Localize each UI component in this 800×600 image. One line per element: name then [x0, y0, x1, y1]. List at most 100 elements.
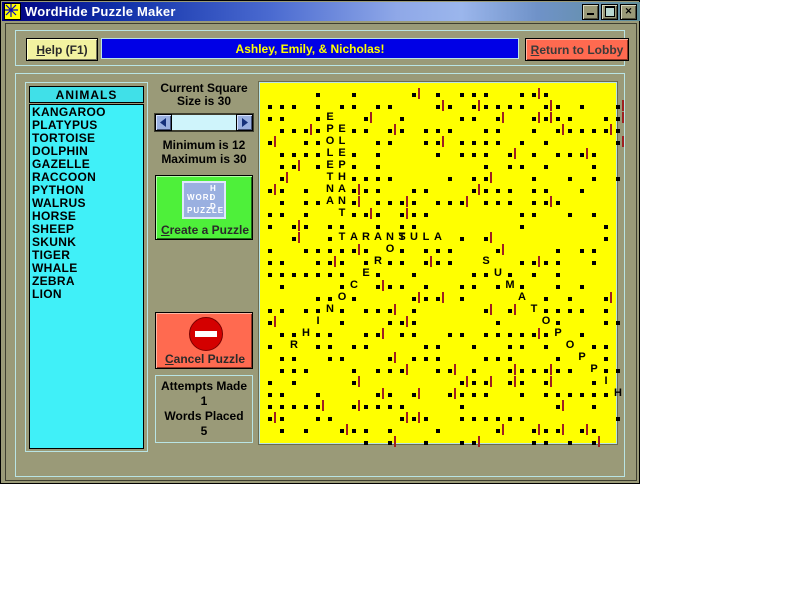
grid-letter[interactable]: O [384, 243, 396, 255]
grid-letter[interactable]: P [576, 351, 588, 363]
grid-letter[interactable]: A [432, 231, 444, 243]
grid-slot-marker [388, 429, 392, 433]
grid-letter[interactable]: I [312, 315, 324, 327]
grid-slot-marker [268, 141, 272, 145]
grid-letter[interactable]: P [324, 123, 336, 135]
grid-letter[interactable]: U [408, 231, 420, 243]
wordlist-item[interactable]: LION [32, 288, 143, 301]
grid-slot-marker [316, 93, 320, 97]
grid-separator-bar [442, 292, 444, 303]
title-bar[interactable]: WordHide Puzzle Maker ✕ [2, 2, 640, 21]
help-button[interactable]: Help (F1) [26, 38, 98, 61]
grid-letter[interactable]: A [348, 231, 360, 243]
grid-letter[interactable]: R [372, 255, 384, 267]
grid-letter[interactable]: A [516, 291, 528, 303]
grid-slot-marker [592, 429, 596, 433]
grid-slot-marker [376, 153, 380, 157]
grid-letter[interactable]: P [588, 363, 600, 375]
grid-slot-marker [508, 201, 512, 205]
cancel-puzzle-button[interactable]: Cancel Puzzle [155, 312, 253, 369]
grid-letter[interactable]: I [600, 375, 612, 387]
grid-slot-marker [424, 249, 428, 253]
grid-separator-bar [550, 364, 552, 375]
create-puzzle-button[interactable]: WORD H I D PUZZLE Create a Puzzle [155, 175, 253, 240]
arrow-left-icon[interactable] [155, 114, 172, 131]
grid-letter[interactable]: N [336, 195, 348, 207]
arrow-right-icon[interactable] [236, 114, 253, 131]
grid-letter[interactable]: C [348, 279, 360, 291]
close-button[interactable]: ✕ [620, 3, 637, 20]
grid-letter[interactable]: O [336, 291, 348, 303]
minimize-button[interactable] [582, 3, 599, 20]
grid-letter[interactable]: E [360, 267, 372, 279]
grid-letter[interactable]: S [396, 231, 408, 243]
grid-slot-marker [436, 297, 440, 301]
grid-slot-marker [364, 345, 368, 349]
grid-slot-marker [520, 141, 524, 145]
grid-slot-marker [592, 129, 596, 133]
grid-letter[interactable]: A [372, 231, 384, 243]
grid-slot-marker [520, 213, 524, 217]
grid-letter[interactable]: O [540, 315, 552, 327]
grid-slot-marker [520, 165, 524, 169]
grid-letter[interactable]: N [324, 303, 336, 315]
return-to-lobby-button[interactable]: Return to Lobby [525, 38, 629, 61]
grid-letter[interactable]: H [300, 327, 312, 339]
square-size-scrollbar[interactable] [154, 113, 254, 132]
grid-slot-marker [508, 165, 512, 169]
puzzle-grid-panel[interactable]: EPOLETNAELEPHANTTARANTULARHINOCEROSSUMAT… [258, 81, 624, 447]
grid-letter[interactable]: R [288, 339, 300, 351]
grid-letter[interactable]: E [324, 159, 336, 171]
grid-slot-marker [424, 357, 428, 361]
grid-slot-marker [304, 189, 308, 193]
grid-letter[interactable]: H [612, 387, 624, 399]
grid-letter[interactable]: N [324, 183, 336, 195]
grid-slot-marker [316, 273, 320, 277]
grid-slot-marker [532, 189, 536, 193]
grid-letter[interactable]: T [324, 171, 336, 183]
grid-letter[interactable]: O [564, 339, 576, 351]
grid-letter[interactable]: R [360, 231, 372, 243]
grid-separator-bar [358, 244, 360, 255]
grid-letter[interactable]: T [336, 231, 348, 243]
grid-letter[interactable]: A [336, 183, 348, 195]
grid-letter[interactable]: M [504, 279, 516, 291]
grid-slot-marker [472, 393, 476, 397]
grid-slot-marker [304, 153, 308, 157]
grid-separator-bar [418, 388, 420, 399]
grid-letter[interactable]: E [336, 123, 348, 135]
grid-slot-marker [352, 165, 356, 169]
grid-letter[interactable]: T [336, 207, 348, 219]
grid-letter[interactable]: E [336, 147, 348, 159]
grid-separator-bar [370, 208, 372, 219]
scrollbar-track[interactable] [172, 114, 236, 131]
grid-letter[interactable]: L [336, 135, 348, 147]
grid-letter[interactable]: O [324, 135, 336, 147]
grid-letter[interactable]: A [324, 195, 336, 207]
maximum-label: Maximum is 30 [161, 152, 247, 166]
grid-slot-marker [400, 333, 404, 337]
grid-letter[interactable]: H [336, 171, 348, 183]
grid-letter[interactable]: L [324, 147, 336, 159]
grid-letter[interactable]: S [480, 255, 492, 267]
puzzle-grid-canvas[interactable]: EPOLETNAELEPHANTTARANTULARHINOCEROSSUMAT… [260, 83, 624, 447]
grid-slot-marker [268, 249, 272, 253]
grid-letter[interactable]: T [528, 303, 540, 315]
main-panel: ANIMALS KANGAROO PLATYPUS TORTOISE DOLPHIN G… [15, 73, 625, 477]
grid-letter[interactable]: E [324, 111, 336, 123]
grid-letter[interactable]: L [420, 231, 432, 243]
grid-slot-marker [352, 369, 356, 373]
grid-letter[interactable]: P [552, 327, 564, 339]
grid-slot-marker [364, 309, 368, 313]
wordlist-box[interactable]: KANGAROO PLATYPUS TORTOISE DOLPHIN GAZELLE RA… [29, 104, 144, 449]
grid-slot-marker [424, 417, 428, 421]
grid-slot-marker [352, 201, 356, 205]
grid-separator-bar [274, 316, 276, 327]
grid-slot-marker [376, 189, 380, 193]
grid-slot-marker [484, 417, 488, 421]
maximize-button[interactable] [601, 3, 618, 20]
grid-letter[interactable]: U [492, 267, 504, 279]
grid-slot-marker [496, 285, 500, 289]
grid-letter[interactable]: P [336, 159, 348, 171]
grid-letter[interactable]: N [384, 231, 396, 243]
